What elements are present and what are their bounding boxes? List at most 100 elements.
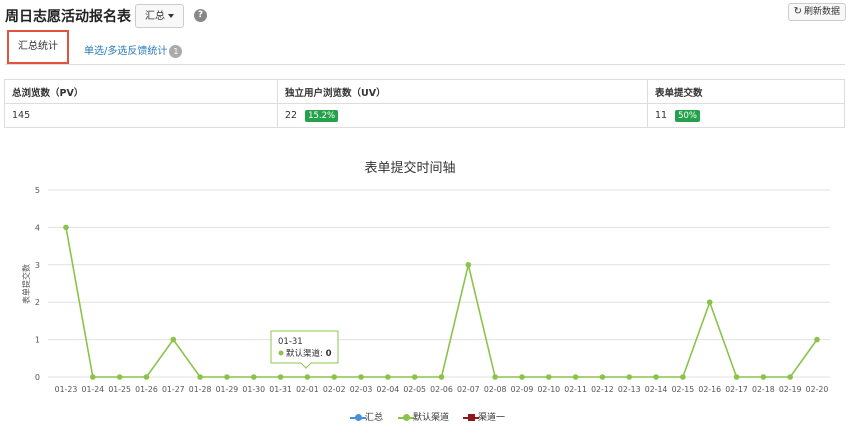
tooltip-series-name: 默认渠道 xyxy=(286,348,321,359)
y-tick-label: 1 xyxy=(35,336,40,345)
x-tick-label: 02-10 xyxy=(537,385,560,394)
data-point[interactable] xyxy=(760,374,767,380)
data-point[interactable] xyxy=(787,374,793,380)
data-point[interactable] xyxy=(170,336,177,343)
submit-header: 表单提交数 xyxy=(647,79,845,104)
x-tick-label: 01-31 xyxy=(269,385,292,394)
x-tick-label: 02-02 xyxy=(323,385,346,394)
stats-header-row: 总浏览数（PV） 独立用户浏览数（UV） 表单提交数 xyxy=(4,79,845,104)
data-point[interactable] xyxy=(385,374,391,380)
x-tick-label: 02-14 xyxy=(645,385,668,394)
legend-item-channel-one[interactable]: 渠道一 xyxy=(463,410,505,423)
data-point[interactable] xyxy=(224,374,230,380)
x-tick-label: 02-06 xyxy=(430,385,453,394)
data-point[interactable] xyxy=(438,374,445,380)
x-tick-label: 02-08 xyxy=(484,385,507,394)
caret-down-icon xyxy=(168,14,174,18)
stats-value-row: 145 22 15.2% 11 50% xyxy=(4,103,845,128)
pv-header: 总浏览数（PV） xyxy=(4,79,278,104)
data-point[interactable] xyxy=(277,374,284,380)
x-tick-label: 02-12 xyxy=(591,385,614,394)
pv-value-text: 145 xyxy=(12,110,31,121)
y-tick-label: 5 xyxy=(35,186,40,195)
tab-summary-stats[interactable]: 汇总统计 xyxy=(7,30,69,64)
legend-item-default-channel[interactable]: 默认渠道 xyxy=(398,410,449,423)
stats-table: 总浏览数（PV） 独立用户浏览数（UV） 表单提交数 145 22 15.2% 1… xyxy=(4,79,845,128)
data-point[interactable] xyxy=(680,374,686,380)
data-point[interactable] xyxy=(465,262,472,268)
y-tick-label: 4 xyxy=(35,223,40,232)
x-tick-label: 01-27 xyxy=(162,385,185,394)
x-tick-label: 02-17 xyxy=(725,385,748,394)
data-point[interactable] xyxy=(331,374,338,380)
data-point[interactable] xyxy=(143,374,150,380)
x-tick-label: 02-05 xyxy=(403,385,426,394)
y-tick-label: 3 xyxy=(35,261,40,270)
submit-percent-badge: 50% xyxy=(675,109,700,122)
x-tick-label: 01-29 xyxy=(216,385,239,394)
data-point[interactable] xyxy=(545,374,552,380)
legend-item-total[interactable]: 汇总 xyxy=(350,410,383,423)
refresh-data-button[interactable]: ↻ 刷新数据 xyxy=(787,3,846,21)
x-tick-label: 02-18 xyxy=(752,385,775,394)
legend-label-total: 汇总 xyxy=(365,413,384,423)
x-tick-label: 01-26 xyxy=(135,385,158,394)
submit-value: 11 50% xyxy=(647,103,845,128)
x-tick-label: 02-13 xyxy=(618,385,641,394)
data-point[interactable] xyxy=(90,374,96,380)
data-point[interactable] xyxy=(492,374,498,380)
data-point[interactable] xyxy=(814,336,820,343)
x-tick-label: 02-11 xyxy=(564,385,587,394)
x-tick-label: 02-20 xyxy=(806,385,829,394)
uv-value-text: 22 xyxy=(285,109,298,121)
tooltip-date: 01-31 xyxy=(278,337,303,347)
tab-choice-feedback-stats[interactable]: 单选/多选反馈统计 1 xyxy=(84,42,183,58)
tab-divider xyxy=(5,64,845,65)
x-tick-label: 02-19 xyxy=(779,385,802,394)
x-tick-label: 02-09 xyxy=(511,385,534,394)
data-point[interactable] xyxy=(250,374,257,380)
y-tick-label: 0 xyxy=(35,373,40,382)
x-tick-label: 02-03 xyxy=(350,385,373,394)
data-point[interactable] xyxy=(358,374,364,380)
data-point[interactable] xyxy=(653,374,659,380)
data-point[interactable] xyxy=(197,374,203,380)
data-point[interactable] xyxy=(706,299,713,305)
x-tick-label: 02-16 xyxy=(698,385,721,394)
tab-count-badge: 1 xyxy=(169,44,183,58)
y-axis-label: 表单提交数 xyxy=(21,264,31,304)
page-title: 周日志愿活动报名表 xyxy=(5,9,131,25)
data-point[interactable] xyxy=(519,374,525,380)
data-point[interactable] xyxy=(411,374,418,380)
refresh-label: 刷新数据 xyxy=(803,7,840,17)
data-point[interactable] xyxy=(116,374,123,380)
legend-marker-default-channel xyxy=(403,414,410,421)
data-point[interactable] xyxy=(304,374,311,380)
pv-value: 145 xyxy=(4,103,278,128)
x-tick-label: 01-30 xyxy=(242,385,265,394)
uv-value: 22 15.2% xyxy=(277,103,648,128)
y-tick-label: 2 xyxy=(35,298,40,307)
summary-dropdown[interactable]: 汇总 xyxy=(135,4,184,28)
submit-value-text: 11 xyxy=(655,109,668,121)
question-circle-icon[interactable]: ? xyxy=(194,9,207,22)
svg-text:默认渠道: 0: 默认渠道: 0 xyxy=(286,348,332,359)
refresh-icon: ↻ xyxy=(793,6,802,17)
x-axis-labels: 01-23 01-24 01-25 01-26 01-27 01-28 01-29 01-30… xyxy=(55,385,829,394)
x-tick-label: 02-15 xyxy=(672,385,695,394)
data-point[interactable] xyxy=(599,374,606,380)
tooltip-value: 0 xyxy=(326,349,332,359)
x-tick-label: 01-25 xyxy=(108,385,131,394)
legend-marker-channel-one xyxy=(468,414,475,421)
data-point[interactable] xyxy=(63,224,69,231)
data-point[interactable] xyxy=(626,374,633,380)
data-point[interactable] xyxy=(733,374,740,380)
data-point[interactable] xyxy=(572,374,579,380)
x-tick-label: 02-04 xyxy=(377,385,400,394)
tab-choice-feedback-label: 单选/多选反馈统计 xyxy=(84,46,168,57)
uv-percent-badge: 15.2% xyxy=(305,109,339,122)
x-tick-label: 01-24 xyxy=(81,385,104,394)
x-tick-label: 01-28 xyxy=(189,385,212,394)
chart-grid: 0 1 2 3 4 5 xyxy=(35,186,830,382)
chart-title: 表单提交时间轴 xyxy=(364,160,455,176)
